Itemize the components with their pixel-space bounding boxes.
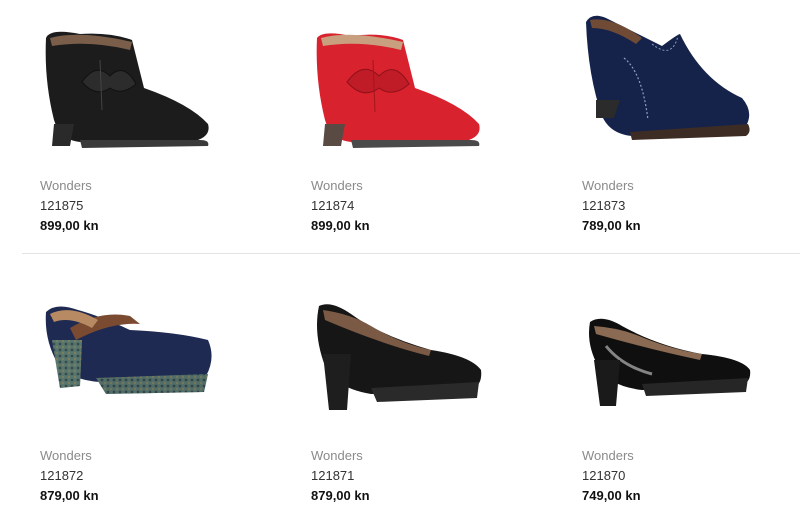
product-price: 749,00 kn (582, 488, 641, 503)
product-card[interactable]: Wonders 121872 879,00 kn (40, 270, 300, 520)
product-card[interactable]: Wonders 121875 899,00 kn (40, 0, 300, 250)
navy-suede-shootie-image (586, 15, 750, 140)
product-brand: Wonders (40, 178, 92, 193)
product-brand: Wonders (311, 178, 363, 193)
product-brand: Wonders (311, 448, 363, 463)
black-platform-pump-image (317, 304, 482, 410)
product-price: 899,00 kn (311, 218, 370, 233)
product-card[interactable]: Wonders 121873 789,00 kn (582, 0, 800, 250)
product-price: 879,00 kn (311, 488, 370, 503)
product-row-2: Wonders 121872 879,00 kn Wonders 121871 … (0, 262, 800, 522)
product-brand: Wonders (40, 448, 92, 463)
product-image[interactable] (311, 0, 571, 170)
red-ankle-boot-image (316, 33, 480, 148)
product-card[interactable]: Wonders 121874 899,00 kn (311, 0, 571, 250)
product-brand: Wonders (582, 448, 634, 463)
product-code: 121870 (582, 468, 626, 483)
black-ankle-boot-image (45, 31, 209, 148)
product-price: 899,00 kn (40, 218, 99, 233)
product-image[interactable] (582, 270, 800, 440)
product-image[interactable] (582, 0, 800, 170)
product-image[interactable] (311, 270, 571, 440)
product-card[interactable]: Wonders 121870 749,00 kn (582, 270, 800, 520)
product-card[interactable]: Wonders 121871 879,00 kn (311, 270, 571, 520)
product-code: 121874 (311, 198, 355, 213)
product-row-1: Wonders 121875 899,00 kn Wonders 121874 … (0, 0, 800, 260)
product-price: 789,00 kn (582, 218, 641, 233)
product-code: 121873 (582, 198, 626, 213)
row-divider (22, 253, 800, 254)
product-image[interactable] (40, 270, 300, 440)
product-price: 879,00 kn (40, 488, 99, 503)
product-code: 121875 (40, 198, 84, 213)
black-patent-pump-image (589, 318, 751, 406)
product-brand: Wonders (582, 178, 634, 193)
product-code: 121871 (311, 468, 355, 483)
navy-mary-jane-platform-image (45, 306, 212, 394)
product-image[interactable] (40, 0, 300, 170)
product-code: 121872 (40, 468, 84, 483)
